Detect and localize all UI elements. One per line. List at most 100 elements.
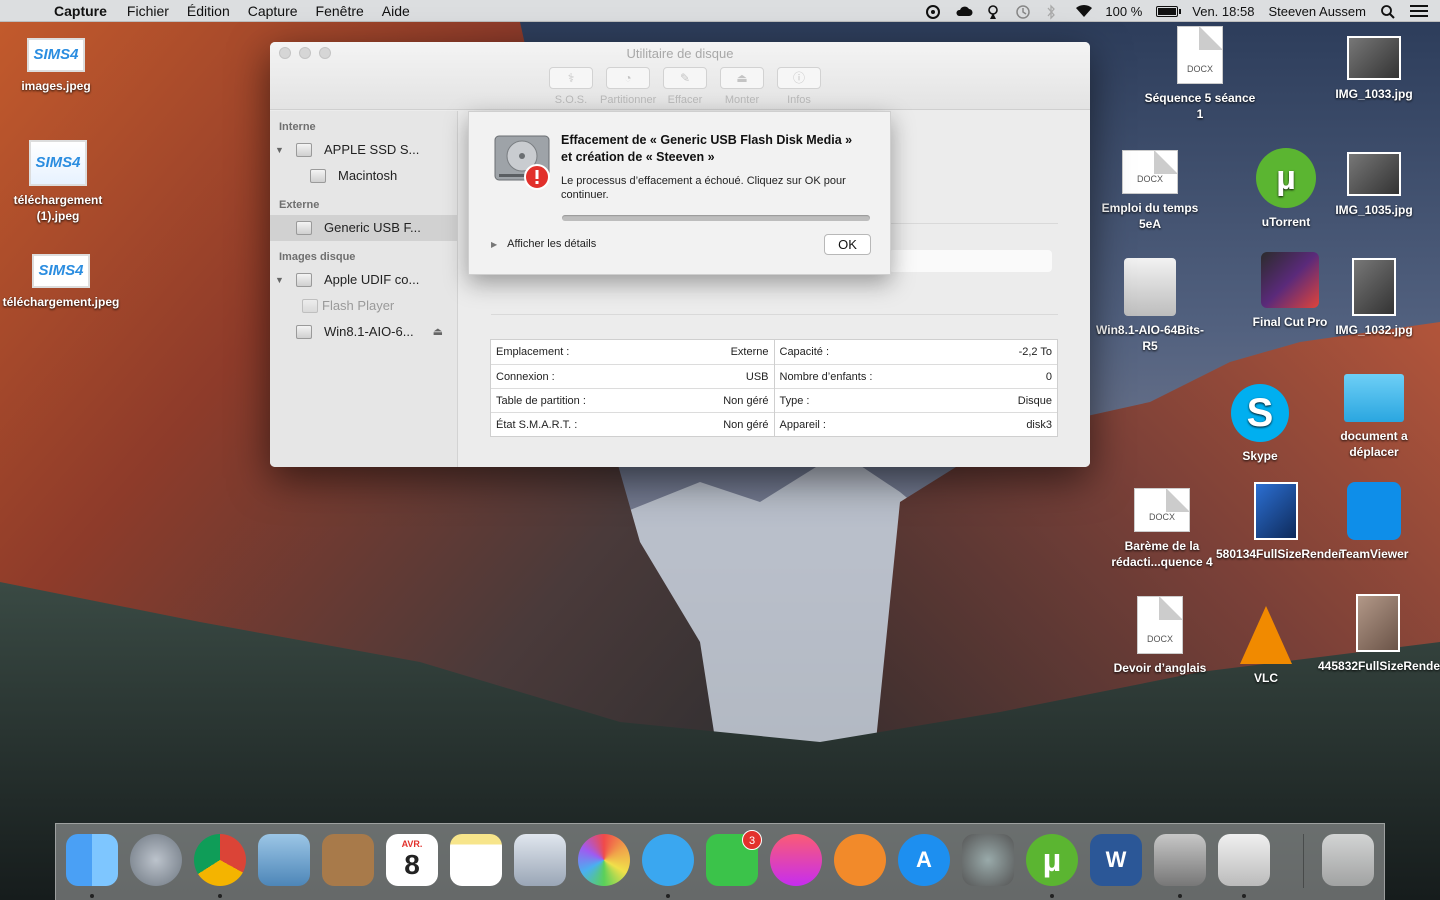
desktop-icon-bareme[interactable]: DOCX Barème de la rédacti...quence 4 <box>1102 488 1222 570</box>
disclosure-triangle-icon[interactable]: ▼ <box>275 137 284 163</box>
disclosure-triangle-icon[interactable]: ▼ <box>275 267 284 293</box>
desktop-icon-img1032[interactable]: IMG_1032.jpg <box>1314 258 1434 338</box>
desktop-icon-telechargement[interactable]: SIMS4 téléchargement.jpeg <box>1 254 121 310</box>
sidebar-item-macintosh[interactable]: Macintosh <box>270 163 457 189</box>
menu-aide[interactable]: Aide <box>382 3 410 19</box>
desktop-icon-teamviewer[interactable]: TeamViewer <box>1314 482 1434 562</box>
toolbar-sos-button[interactable]: ⚕ S.O.S. <box>543 67 599 106</box>
folder-icon <box>1344 374 1404 422</box>
calendar-icon[interactable]: AVR. 8 <box>386 834 438 886</box>
eject-icon[interactable]: ⏏ <box>433 319 443 345</box>
desktop-icon-emploi[interactable]: DOCX Emploi du temps 5eA <box>1090 150 1210 232</box>
desktop-icon-win81[interactable]: Win8.1-AIO-64Bits-R5 <box>1090 258 1210 354</box>
toolbar-mount-button[interactable]: ⏏ Monter <box>714 67 770 106</box>
toolbar-label: Partitionner <box>600 94 657 106</box>
desktop-icon-img1033[interactable]: IMG_1033.jpg <box>1314 36 1434 102</box>
docx-file-icon: DOCX <box>1137 596 1183 654</box>
clock[interactable]: Ven. 18:58 <box>1192 4 1254 19</box>
spotlight-search-icon[interactable] <box>1380 4 1396 19</box>
desktop-icon-vlc[interactable]: VLC <box>1206 606 1326 686</box>
disk-image-icon <box>296 273 312 287</box>
utorrent-dock-icon[interactable]: µ <box>1026 834 1078 886</box>
menu-capture[interactable]: Capture <box>248 3 298 19</box>
docx-file-icon: DOCX <box>1134 488 1190 532</box>
info-key: Type : <box>779 394 810 407</box>
battery-icon[interactable] <box>1156 5 1182 17</box>
desktop-icon-445832[interactable]: 445832FullSizeRender2 <box>1318 594 1440 674</box>
dock: AVR. 8 3 A µ W <box>55 823 1385 900</box>
app-store-icon[interactable]: A <box>898 834 950 886</box>
time-machine-icon[interactable] <box>1015 4 1031 19</box>
toolbar-info-button[interactable]: ⓘ Infos <box>771 67 827 106</box>
menu-bar: Capture Fichier Édition Capture Fenêtre … <box>0 0 1440 22</box>
desktop-icon-telechargement-1[interactable]: SIMS4 téléchargement (1).jpeg <box>0 140 118 224</box>
sidebar-item-apple-udif[interactable]: ▼ Apple UDIF co... <box>270 267 457 293</box>
running-indicator <box>218 894 222 898</box>
sidebar-item-generic-usb[interactable]: Generic USB F... <box>270 215 457 241</box>
info-key: Table de partition : <box>496 394 586 407</box>
notification-center-icon[interactable] <box>1410 4 1428 18</box>
messages-icon[interactable] <box>642 834 694 886</box>
user-menu[interactable]: Steeven Aussem <box>1268 4 1366 19</box>
cloud-icon[interactable] <box>955 4 973 18</box>
stethoscope-icon: ⚕ <box>549 67 593 89</box>
mail-icon[interactable] <box>258 834 310 886</box>
wifi-icon[interactable] <box>1075 4 1093 18</box>
system-preferences-icon[interactable] <box>962 834 1014 886</box>
docx-file-icon: DOCX <box>1177 26 1223 84</box>
menu-fenetre[interactable]: Fenêtre <box>316 3 364 19</box>
word-glyph: W <box>1105 847 1127 872</box>
sidebar: Interne ▼ APPLE SSD S... Macintosh Exter… <box>270 111 458 467</box>
bluetooth-icon[interactable] <box>1045 4 1061 20</box>
finder-icon[interactable] <box>66 834 118 886</box>
app-menu[interactable]: Capture <box>54 3 107 19</box>
usage-bar <box>889 250 1052 272</box>
desktop-icon-label: téléchargement.jpeg <box>2 295 120 309</box>
itunes-icon[interactable] <box>770 834 822 886</box>
trash-icon[interactable] <box>1322 834 1374 886</box>
desktop-icon-sequence[interactable]: DOCX Séquence 5 séance 1 <box>1140 26 1260 122</box>
desktop-icon-label: Win8.1-AIO-64Bits-R5 <box>1096 323 1204 353</box>
running-indicator <box>1242 894 1246 898</box>
menu-edition[interactable]: Édition <box>187 3 230 19</box>
airplay-icon[interactable] <box>985 4 1001 19</box>
disk-utility-icon[interactable] <box>1154 834 1206 886</box>
info-row: Table de partition : Non géré <box>491 388 774 412</box>
toolbar-partition-button[interactable]: ◔ Partitionner <box>600 67 656 106</box>
toolbar-erase-button[interactable]: ✎ Effacer <box>657 67 713 106</box>
notes-icon[interactable] <box>450 834 502 886</box>
desktop-icon-images-jpeg[interactable]: SIMS4 images.jpeg <box>0 38 116 94</box>
pie-icon: ◔ <box>606 67 650 89</box>
word-icon[interactable]: W <box>1090 834 1142 886</box>
docx-file-icon: DOCX <box>1122 150 1178 194</box>
sidebar-item-apple-ssd[interactable]: ▼ APPLE SSD S... <box>270 137 457 163</box>
screenshot-app-icon[interactable] <box>1218 834 1270 886</box>
contacts-icon[interactable] <box>322 834 374 886</box>
facetime-icon[interactable]: 3 <box>706 830 762 886</box>
battery-percent[interactable]: 100 % <box>1105 4 1142 19</box>
desktop-icon-label: IMG_1035.jpg <box>1335 203 1413 217</box>
desktop-icon-img1035[interactable]: IMG_1035.jpg <box>1314 152 1434 218</box>
desktop-icon-skype[interactable]: S Skype <box>1200 384 1320 464</box>
volume-icon <box>310 169 326 183</box>
info-value: USB <box>745 370 769 383</box>
photos-icon[interactable] <box>578 834 630 886</box>
sidebar-item-flash-player[interactable]: Flash Player <box>270 293 457 319</box>
status-circle-icon[interactable] <box>925 4 941 19</box>
menu-fichier[interactable]: Fichier <box>127 3 169 19</box>
desktop-icon-label: document a déplacer <box>1340 429 1408 459</box>
launchpad-icon[interactable] <box>130 834 182 886</box>
chrome-icon[interactable] <box>194 834 246 886</box>
sidebar-item-win81[interactable]: Win8.1-AIO-6... ⏏ <box>270 319 457 345</box>
preview-icon[interactable] <box>514 834 566 886</box>
ibooks-icon[interactable] <box>834 834 886 886</box>
ok-button[interactable]: OK <box>824 234 871 255</box>
toolbar-label: Effacer <box>667 94 703 106</box>
disclosure-triangle-icon: ▶ <box>491 240 498 249</box>
sidebar-item-label: Apple UDIF co... <box>324 272 420 287</box>
info-row: État S.M.A.R.T. : Non géré <box>491 412 774 436</box>
desktop-icon-document-a-deplacer[interactable]: document a déplacer <box>1314 374 1434 460</box>
info-row: Type : Disque <box>774 388 1057 412</box>
show-details-toggle[interactable]: ▶ Afficher les détails <box>491 238 596 250</box>
desktop-icon-devoir[interactable]: DOCX Devoir d’anglais <box>1100 596 1220 676</box>
